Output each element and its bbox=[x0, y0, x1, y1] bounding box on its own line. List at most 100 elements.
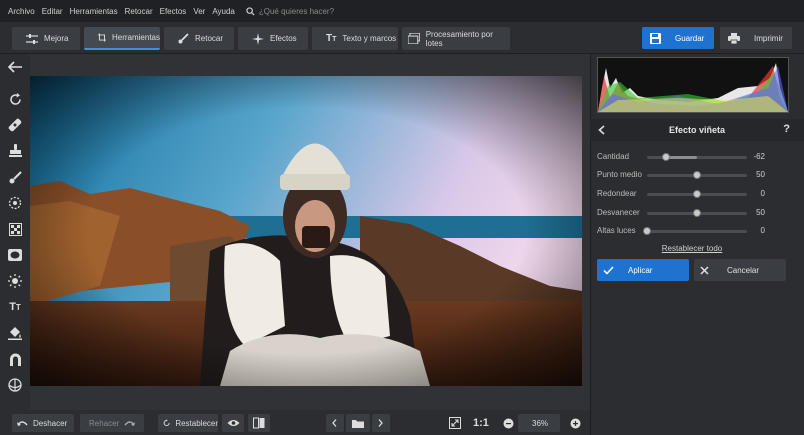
histogram bbox=[597, 57, 789, 113]
fit-screen-button[interactable] bbox=[444, 414, 462, 432]
vignette-tool[interactable] bbox=[6, 246, 24, 264]
menu-ver[interactable]: Ver bbox=[193, 7, 205, 16]
slider-cantidad-fill bbox=[666, 156, 697, 159]
menu-editar[interactable]: Editar bbox=[42, 7, 63, 16]
slider-altas-luces-track[interactable] bbox=[647, 230, 747, 233]
sliders-icon bbox=[26, 33, 38, 44]
horizon-tool[interactable] bbox=[6, 376, 24, 394]
paint-bucket-icon bbox=[8, 327, 22, 340]
eye-icon bbox=[227, 420, 240, 426]
radial-tool[interactable] bbox=[6, 194, 24, 212]
save-label: Guardar bbox=[675, 33, 705, 43]
left-toolbar: TT bbox=[0, 54, 30, 410]
bottom-bar: Deshacer Rehacer Restablecer 1:1 36% bbox=[0, 410, 590, 435]
gradient-icon bbox=[8, 222, 22, 236]
search-box[interactable]: ¿Qué quieres hacer? bbox=[246, 7, 334, 16]
photo-preview[interactable] bbox=[30, 76, 582, 386]
magnet-tool[interactable] bbox=[6, 350, 24, 368]
healing-tool[interactable] bbox=[6, 116, 24, 134]
print-button[interactable]: Imprimir bbox=[720, 27, 792, 49]
slider-cantidad-label: Cantidad bbox=[597, 152, 630, 161]
tab-efectos[interactable]: Efectos bbox=[238, 27, 308, 50]
save-button[interactable]: Guardar bbox=[642, 27, 714, 49]
back-button[interactable] bbox=[6, 58, 24, 76]
redo-icon bbox=[124, 421, 136, 426]
zoom-in-icon bbox=[570, 418, 581, 428]
back-chevron-icon[interactable] bbox=[598, 125, 605, 135]
stamp-icon bbox=[8, 144, 22, 157]
slider-redondear-value: 0 bbox=[760, 189, 765, 198]
tab-texto-marcos[interactable]: TT Texto y marcos bbox=[312, 27, 398, 50]
reset-all-link[interactable]: Restablecer todo bbox=[590, 244, 794, 253]
search-placeholder: ¿Qué quieres hacer? bbox=[258, 6, 335, 16]
rotate-icon bbox=[9, 92, 21, 105]
prev-image-button[interactable] bbox=[326, 414, 344, 432]
help-icon[interactable]: ? bbox=[783, 123, 790, 135]
printer-icon bbox=[728, 32, 740, 44]
slider-punto-medio[interactable]: Punto medio 50 bbox=[597, 169, 797, 181]
tab-herramientas[interactable]: Herramientas bbox=[84, 27, 160, 50]
chevron-left-icon bbox=[332, 419, 337, 427]
zoom-level-field[interactable]: 36% bbox=[518, 414, 560, 432]
undo-button[interactable]: Deshacer bbox=[12, 414, 74, 432]
tab-mejora[interactable]: Mejora bbox=[12, 27, 80, 50]
slider-punto-medio-label: Punto medio bbox=[597, 170, 642, 179]
actual-size-button[interactable]: 1:1 bbox=[468, 414, 492, 432]
zoom-in-button[interactable] bbox=[565, 414, 581, 432]
bandage-icon bbox=[8, 118, 22, 132]
panel-title: Efecto viñeta bbox=[668, 125, 726, 135]
tab-procesamiento-lotes[interactable]: Procesamiento por lotes bbox=[402, 27, 510, 50]
fill-tool[interactable] bbox=[6, 324, 24, 342]
globe-icon bbox=[8, 378, 22, 392]
slider-altas-luces[interactable]: Altas luces 0 bbox=[597, 225, 797, 237]
slider-altas-luces-label: Altas luces bbox=[597, 226, 636, 235]
menu-retocar[interactable]: Retocar bbox=[125, 7, 153, 16]
undo-label: Deshacer bbox=[33, 418, 68, 428]
rotate-tool[interactable] bbox=[6, 90, 24, 108]
preview-toggle[interactable] bbox=[222, 414, 244, 432]
arrow-left-icon bbox=[8, 61, 22, 73]
redo-button[interactable]: Rehacer bbox=[80, 414, 144, 432]
tab-retocar[interactable]: Retocar bbox=[164, 27, 234, 50]
slider-altas-luces-thumb[interactable] bbox=[643, 227, 651, 235]
gradient-tool[interactable] bbox=[6, 220, 24, 238]
cancel-button[interactable]: Cancelar bbox=[694, 259, 786, 281]
sun-icon bbox=[8, 274, 22, 288]
zoom-out-button[interactable] bbox=[498, 414, 514, 432]
next-image-button[interactable] bbox=[372, 414, 390, 432]
panel-header: Efecto viñeta ? bbox=[590, 119, 804, 141]
main-toolbar: Mejora Herramientas Retocar Efectos TT T… bbox=[0, 22, 804, 54]
slider-redondear[interactable]: Redondear 0 bbox=[597, 188, 797, 200]
crop-icon bbox=[98, 33, 106, 42]
reset-button[interactable]: Restablecer bbox=[158, 414, 218, 432]
menu-efectos[interactable]: Efectos bbox=[160, 7, 187, 16]
text-tool[interactable]: TT bbox=[6, 298, 24, 316]
tab-mejora-label: Mejora bbox=[44, 34, 69, 43]
zoom-out-icon bbox=[503, 418, 514, 428]
brush-icon bbox=[9, 170, 22, 183]
tab-lotes-label: Procesamiento por lotes bbox=[425, 29, 493, 48]
brush-tool[interactable] bbox=[6, 168, 24, 186]
folder-icon bbox=[352, 419, 364, 428]
slider-cantidad-thumb[interactable] bbox=[662, 153, 670, 161]
slider-cantidad[interactable]: Cantidad -62 bbox=[597, 151, 797, 163]
redo-label: Rehacer bbox=[89, 418, 120, 428]
light-tool[interactable] bbox=[6, 272, 24, 290]
check-icon bbox=[603, 265, 614, 275]
menu-herramientas[interactable]: Herramientas bbox=[70, 7, 118, 16]
tab-herramientas-label: Herramientas bbox=[111, 33, 160, 42]
menu-archivo[interactable]: Archivo bbox=[8, 7, 35, 16]
open-folder-button[interactable] bbox=[346, 414, 370, 432]
apply-button[interactable]: Aplicar bbox=[597, 259, 689, 281]
slider-redondear-thumb[interactable] bbox=[693, 190, 701, 198]
menu-ayuda[interactable]: Ayuda bbox=[212, 7, 235, 16]
slider-desvanecer-thumb[interactable] bbox=[693, 209, 701, 217]
sparkle-icon bbox=[252, 32, 264, 45]
slider-desvanecer[interactable]: Desvanecer 50 bbox=[597, 207, 797, 219]
radial-icon bbox=[8, 196, 22, 210]
expand-icon bbox=[449, 417, 461, 429]
compare-button[interactable] bbox=[248, 414, 270, 432]
slider-punto-medio-thumb[interactable] bbox=[693, 171, 701, 179]
clone-stamp-tool[interactable] bbox=[6, 142, 24, 160]
compare-icon bbox=[253, 417, 265, 429]
